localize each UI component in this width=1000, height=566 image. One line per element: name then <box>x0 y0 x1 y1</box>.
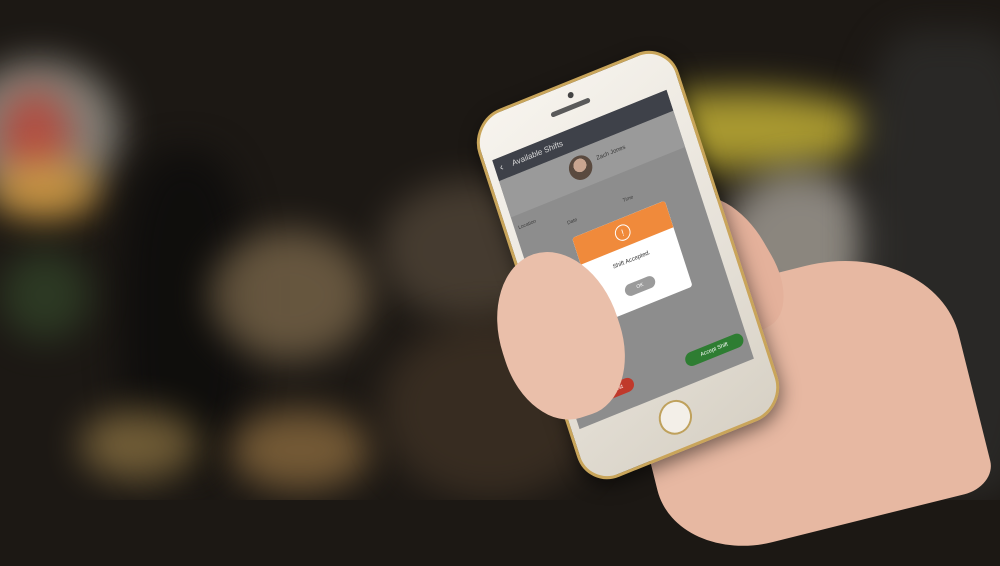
camera-icon <box>566 91 575 100</box>
home-button[interactable] <box>654 394 697 440</box>
alert-icon: ! <box>612 221 633 244</box>
avatar <box>565 151 596 184</box>
column-label-date: Date <box>566 216 579 227</box>
dialog-header: ! <box>572 200 674 265</box>
ok-button[interactable]: OK <box>623 274 657 298</box>
column-label-time: Time <box>622 194 635 205</box>
speaker-grille <box>550 97 591 118</box>
user-name: Zach Jones <box>595 144 627 162</box>
chevron-left-icon[interactable]: ‹ <box>497 157 507 179</box>
phone-layer: ‹ Available Shifts Zach Jones Location D… <box>0 0 1000 500</box>
field-label: Location <box>517 218 537 232</box>
accept-shift-button[interactable]: Accept Shift <box>683 331 746 369</box>
